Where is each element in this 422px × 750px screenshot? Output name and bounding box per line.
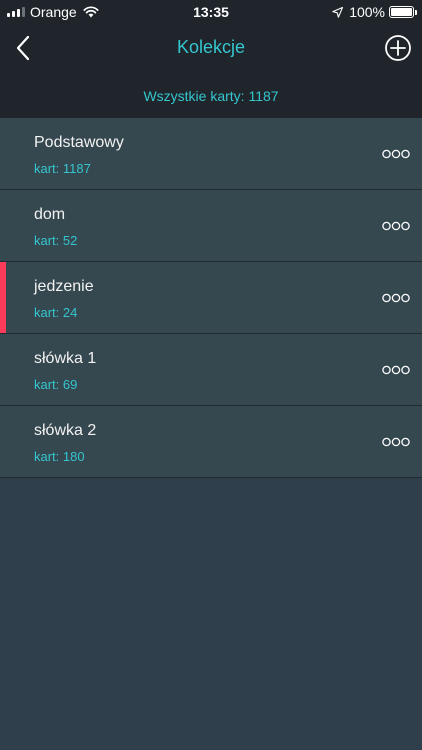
more-options-icon[interactable]: [382, 217, 410, 235]
collection-row[interactable]: Podstawowy kart: 1187: [0, 118, 422, 190]
total-cards-count: Wszystkie karty: 1187: [143, 88, 279, 104]
collection-row[interactable]: dom kart: 52: [0, 190, 422, 262]
more-options-icon[interactable]: [382, 289, 410, 307]
add-collection-button[interactable]: [384, 34, 412, 62]
battery-icon: [389, 6, 417, 18]
selected-indicator: [0, 262, 6, 333]
collection-name: dom: [34, 206, 66, 223]
collection-card-count: kart: 52: [34, 233, 78, 248]
more-options-icon[interactable]: [382, 361, 410, 379]
collection-name: słówka 1: [34, 350, 97, 367]
more-options-icon[interactable]: [382, 145, 410, 163]
more-options-icon[interactable]: [382, 433, 410, 451]
collection-card-count: kart: 1187: [34, 161, 91, 176]
collection-card-count: kart: 69: [34, 377, 78, 392]
status-bar: Orange 13:35 100%: [0, 0, 422, 24]
collections-list: Podstawowy kart: 1187 dom kart: 52 jedzenie k…: [0, 118, 422, 478]
collection-name: słówka 2: [34, 422, 97, 439]
collection-name: jedzenie: [34, 278, 94, 295]
nav-bar: Kolekcje: [0, 24, 422, 72]
collection-row[interactable]: słówka 1 kart: 69: [0, 334, 422, 406]
collection-name: Podstawowy: [34, 134, 124, 151]
page-title: Kolekcje: [176, 37, 246, 57]
collection-card-count: kart: 180: [34, 449, 85, 464]
app-header: Orange 13:35 100% Kolekcje Wszystkie kar…: [0, 0, 422, 118]
location-arrow-icon: [332, 6, 344, 18]
collection-row[interactable]: słówka 2 kart: 180: [0, 406, 422, 478]
collection-card-count: kart: 24: [34, 305, 78, 320]
battery-percent: 100%: [349, 4, 385, 20]
status-right: 100%: [332, 4, 417, 20]
collection-row[interactable]: jedzenie kart: 24: [0, 262, 422, 334]
